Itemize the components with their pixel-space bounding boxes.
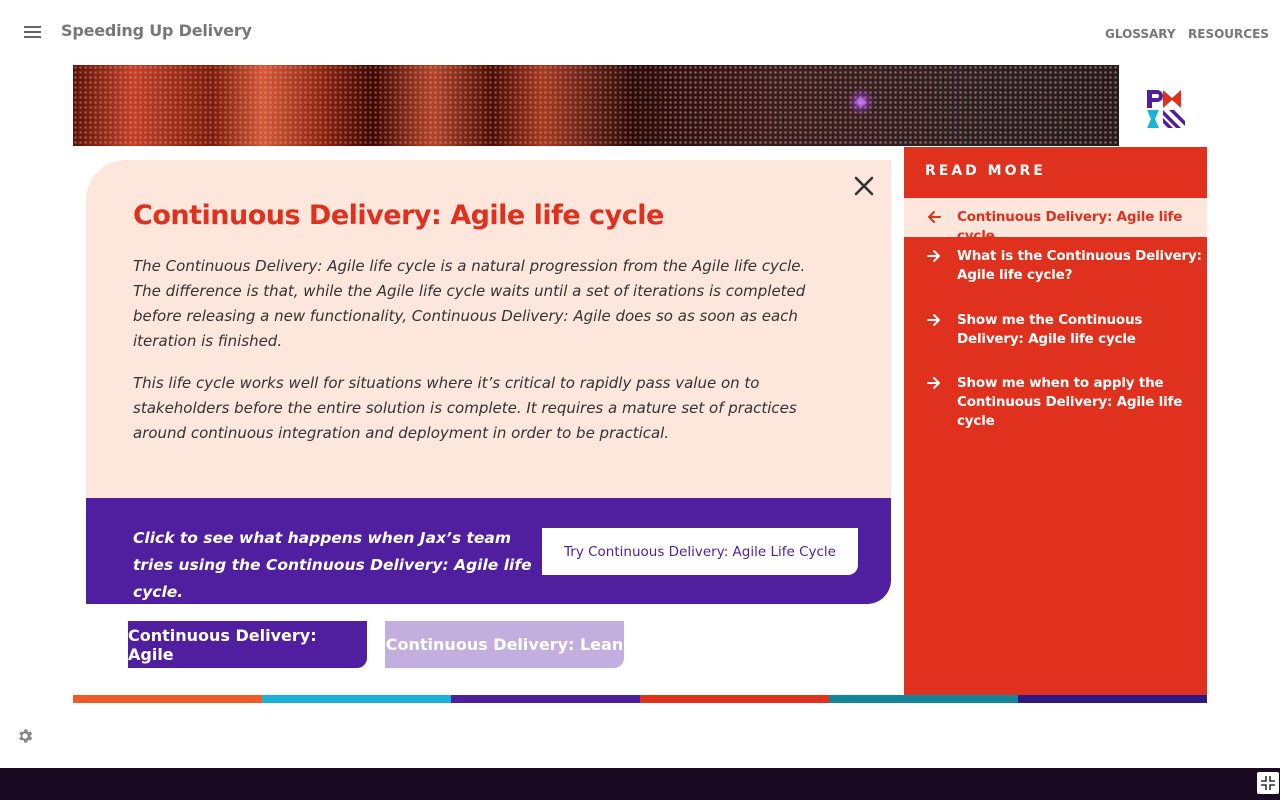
exit-fullscreen-icon[interactable] (1257, 772, 1279, 794)
sidebar-item-label: What is the Continuous Delivery: Agile l… (957, 248, 1202, 283)
try-life-cycle-button[interactable]: Try Continuous Delivery: Agile Life Cycl… (542, 528, 858, 575)
tab-continuous-delivery-lean[interactable]: Continuous Delivery: Lean (385, 621, 624, 668)
app-title: Speeding Up Delivery (61, 21, 252, 40)
color-stripe-segment (451, 695, 640, 703)
top-bar: Speeding Up Delivery GLOSSARY RESOURCES (0, 0, 1280, 64)
arrow-right-icon (927, 377, 940, 389)
bottom-bar (0, 768, 1280, 800)
body-paragraph-1: The Continuous Delivery: Agile life cycl… (133, 257, 806, 350)
nav-resources-link[interactable]: RESOURCES (1188, 27, 1269, 41)
panel-title: Continuous Delivery: Agile life cycle (133, 200, 664, 231)
sidebar-item-label: Continuous Delivery: Agile life cycle (957, 209, 1183, 244)
sidebar-item-overview[interactable]: Continuous Delivery: Agile life cycle (904, 198, 1207, 244)
color-stripe-segment (640, 695, 829, 703)
sidebar-heading: READ MORE (925, 163, 1046, 179)
tab-continuous-delivery-agile[interactable]: Continuous Delivery: Agile (128, 621, 367, 668)
arrow-left-icon (928, 211, 941, 223)
gear-icon[interactable] (16, 727, 34, 745)
close-icon[interactable] (852, 174, 876, 198)
sidebar-item-when-to-apply[interactable]: Show me when to apply the Continuous Del… (904, 373, 1207, 429)
color-stripe-segment (829, 695, 1018, 703)
arrow-right-icon (927, 250, 940, 262)
sidebar-item-show-me[interactable]: Show me the Continuous Delivery: Agile l… (904, 310, 1207, 354)
color-stripe-segment (262, 695, 451, 703)
body-paragraph-2: This life cycle works well for situation… (133, 374, 797, 442)
arrow-right-icon (927, 314, 940, 326)
sidebar-item-label: Show me when to apply the Continuous Del… (957, 375, 1183, 429)
nav-glossary-link[interactable]: GLOSSARY (1105, 27, 1176, 41)
color-stripe-segment (73, 695, 262, 703)
hamburger-menu-icon[interactable] (23, 24, 43, 40)
hero-banner-image (73, 65, 1119, 146)
cta-text: Click to see what happens when Jax’s tea… (133, 529, 532, 601)
sidebar-item-label: Show me the Continuous Delivery: Agile l… (957, 312, 1143, 347)
sidebar-item-what-is[interactable]: What is the Continuous Delivery: Agile l… (904, 246, 1207, 290)
pmi-logo (1147, 90, 1185, 128)
color-stripe-segment (1018, 695, 1207, 703)
